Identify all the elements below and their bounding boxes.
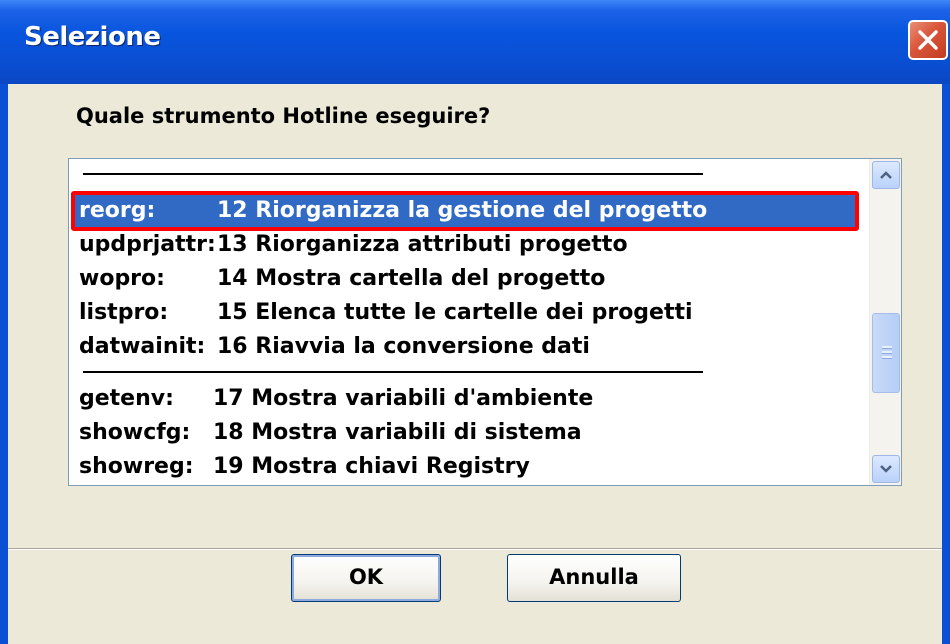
list-item-description: 16 Riavvia la conversione dati — [217, 334, 590, 359]
list-item-command: listpro: — [79, 300, 169, 325]
selection-highlight-outline — [71, 191, 859, 231]
list-item[interactable]: datwainit: 16 Riavvia la conversione dat… — [71, 329, 855, 365]
close-button[interactable] — [908, 20, 948, 60]
list-item[interactable]: showcfg: 18 Mostra variabili di sistema — [71, 415, 855, 451]
close-icon — [918, 30, 938, 50]
list-item[interactable]: wopro: 14 Mostra cartella del progetto — [71, 261, 855, 297]
window-frame-left — [0, 84, 8, 644]
scroll-up-button[interactable] — [872, 161, 900, 189]
vertical-scrollbar[interactable] — [869, 159, 901, 485]
list-item-description: 19 Mostra chiavi Registry — [213, 454, 530, 479]
list-item-command: updprjattr: — [79, 232, 216, 257]
list-separator — [83, 371, 703, 373]
list-item-description: 15 Elenca tutte le cartelle dei progetti — [217, 300, 693, 325]
list-item-command: getenv: — [79, 386, 174, 411]
list-item-command: showreg: — [79, 454, 194, 479]
window-frame-right — [942, 84, 950, 644]
chevron-up-icon — [880, 171, 892, 179]
cancel-button[interactable]: Annulla — [507, 554, 681, 602]
list-item[interactable]: listpro: 15 Elenca tutte le cartelle dei… — [71, 295, 855, 331]
list-item-description: 13 Riorganizza attributi progetto — [217, 232, 628, 257]
list-item-command: showcfg: — [79, 420, 191, 445]
dialog-title: Selezione — [24, 22, 161, 52]
tool-listbox[interactable]: reorg: 12 Riorganizza la gestione del pr… — [68, 158, 902, 486]
list-separator — [83, 173, 703, 175]
list-item-description: 14 Mostra cartella del progetto — [217, 266, 606, 291]
title-bar[interactable]: Selezione — [0, 0, 950, 84]
chevron-down-icon — [880, 465, 892, 473]
list-item[interactable]: updprjattr: 13 Riorganizza attributi pro… — [71, 227, 855, 263]
dialog-window: Selezione Quale strumento Hotline esegui… — [0, 0, 950, 644]
dialog-body: Quale strumento Hotline eseguire? reorg:… — [8, 84, 942, 644]
scroll-thumb[interactable] — [872, 313, 900, 393]
list-item[interactable]: getenv: 17 Mostra variabili d'ambiente — [71, 381, 855, 417]
prompt-label: Quale strumento Hotline eseguire? — [76, 104, 491, 128]
ok-button[interactable]: OK — [291, 554, 441, 602]
scroll-down-button[interactable] — [872, 455, 900, 483]
list-item-command: datwainit: — [79, 334, 206, 359]
list-item-description: 17 Mostra variabili d'ambiente — [213, 386, 594, 411]
list-item-command: wopro: — [79, 266, 165, 291]
list-item[interactable]: showreg: 19 Mostra chiavi Registry — [71, 449, 855, 485]
list-item-description: 18 Mostra variabili di sistema — [213, 420, 582, 445]
button-area-divider — [8, 548, 942, 550]
